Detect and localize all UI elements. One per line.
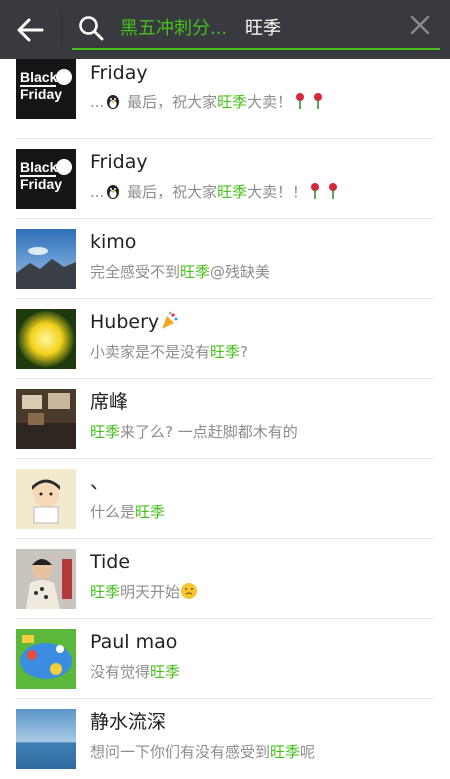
message-snippet: 想问一下你们有没有感受到旺季呢 [90, 743, 316, 761]
list-item[interactable]: 、 什么是旺季 [0, 459, 450, 539]
contact-name: Tide [90, 551, 131, 573]
avatar [16, 629, 76, 689]
search-results-list: Black Friday Friday ... 最后，祝大家旺季大卖！ Blac… [0, 59, 450, 779]
svg-text:Friday: Friday [20, 176, 62, 192]
avatar [16, 309, 76, 369]
penguin-icon [104, 92, 122, 115]
message-snippet: 旺季来了么? 一点赶脚都木有的 [90, 423, 298, 441]
avatar [16, 389, 76, 449]
divider [61, 12, 62, 47]
contact-name: 、 [90, 471, 110, 493]
message-snippet: 没有觉得旺季 [90, 663, 181, 681]
list-item[interactable]: 席峰 旺季来了么? 一点赶脚都木有的 [0, 379, 450, 459]
search-query[interactable]: 旺季 [245, 16, 281, 42]
avatar: Black Friday [16, 149, 76, 209]
message-snippet: ... 最后，祝大家旺季大卖！！ [90, 182, 341, 205]
thinking-face-icon [180, 582, 198, 605]
svg-text:Friday: Friday [20, 86, 62, 102]
rose-icon [292, 92, 326, 115]
contact-name: kimo [90, 231, 137, 253]
avatar [16, 549, 76, 609]
avatar [16, 709, 76, 769]
contact-name: 静水流深 [90, 711, 167, 733]
message-snippet: ... 最后，祝大家旺季大卖！ [90, 92, 326, 115]
avatar [16, 229, 76, 289]
message-snippet: 什么是旺季 [90, 503, 166, 521]
search-tag[interactable]: 黑五冲刺分... [120, 16, 227, 42]
contact-name: Friday [90, 62, 148, 84]
close-icon[interactable] [406, 14, 434, 42]
list-item[interactable]: Hubery 小卖家是不是没有旺季? [0, 299, 450, 379]
contact-name: Friday [90, 151, 148, 173]
svg-text:Black: Black [20, 159, 58, 175]
message-snippet: 旺季明天开始 [90, 582, 198, 605]
list-item[interactable]: Paul mao 没有觉得旺季 [0, 619, 450, 699]
penguin-icon [104, 182, 122, 205]
list-item[interactable]: kimo 完全感受不到旺季@残缺美 [0, 219, 450, 299]
contact-name: Paul mao [90, 631, 178, 653]
back-arrow-icon[interactable] [15, 16, 45, 44]
party-icon [159, 311, 179, 337]
list-item[interactable]: Black Friday Friday ... 最后，祝大家旺季大卖！！ [0, 139, 450, 219]
contact-name: 席峰 [90, 391, 129, 413]
message-snippet: 完全感受不到旺季@残缺美 [90, 263, 271, 281]
svg-text:Black: Black [20, 69, 58, 85]
list-item[interactable]: Tide 旺季明天开始 [0, 539, 450, 619]
rose-icon [307, 182, 341, 205]
search-icon [78, 15, 104, 41]
avatar: Black Friday [16, 59, 76, 119]
top-bar: 黑五冲刺分... 旺季 [0, 0, 450, 59]
message-snippet: 小卖家是不是没有旺季? [90, 343, 248, 361]
contact-name: Hubery [90, 310, 179, 337]
list-item[interactable]: 静水流深 想问一下你们有没有感受到旺季呢 [0, 699, 450, 779]
search-input[interactable]: 黑五冲刺分... 旺季 [72, 10, 440, 50]
avatar [16, 469, 76, 529]
list-item[interactable]: Black Friday Friday ... 最后，祝大家旺季大卖！ [0, 59, 450, 139]
